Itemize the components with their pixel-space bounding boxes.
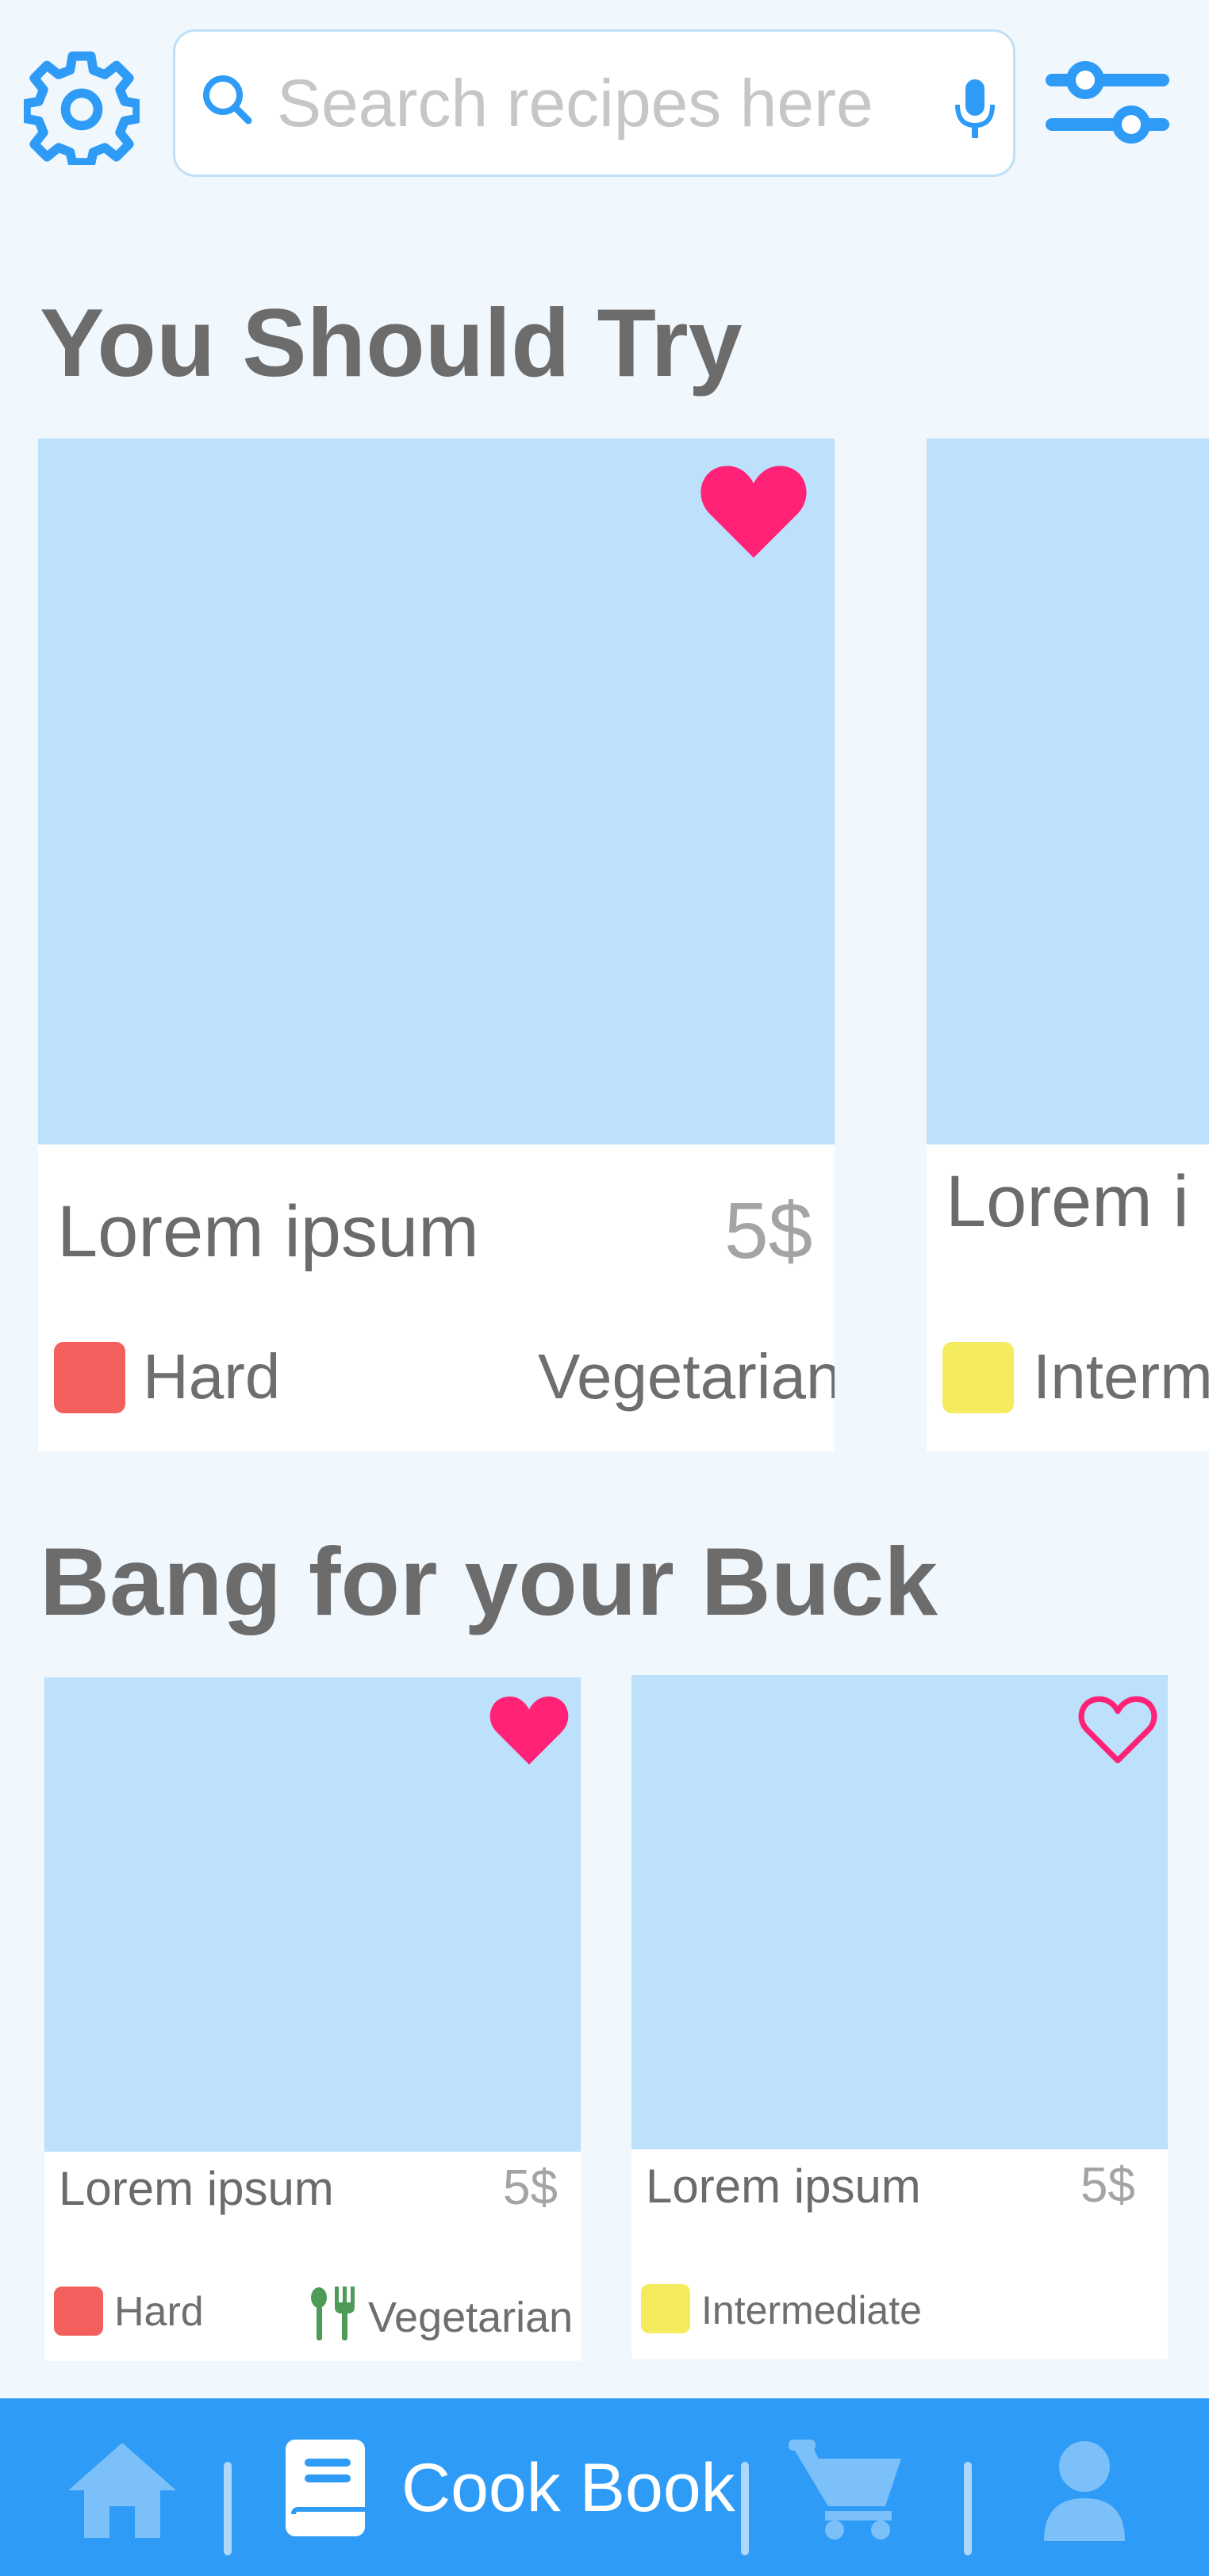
difficulty-label: Hard	[143, 1341, 281, 1412]
difficulty-label: Intermediate	[701, 2288, 922, 2333]
profile-icon[interactable]	[1041, 2440, 1128, 2543]
home-icon[interactable]	[65, 2438, 179, 2541]
difficulty-hard-swatch	[54, 2287, 103, 2336]
difficulty-intermediate-swatch	[942, 1342, 1014, 1413]
heart-icon[interactable]	[698, 462, 809, 560]
nav-separator	[224, 2462, 232, 2555]
difficulty-intermediate-swatch	[641, 2284, 690, 2333]
fork-knife-icon	[311, 2287, 355, 2340]
diet-label: Vegetarian	[538, 1341, 835, 1412]
recipe-title: Lorem ipsum	[57, 1191, 479, 1272]
nav-separator	[741, 2462, 749, 2555]
search-icon	[203, 75, 252, 125]
heart-icon[interactable]	[489, 1693, 570, 1766]
diet-label: Vegetarian	[368, 2294, 574, 2341]
recipe-image	[927, 439, 1209, 1144]
cart-icon[interactable]	[787, 2438, 904, 2541]
recipe-card[interactable]: Lorem ipsum 5$ Intermediate	[631, 1675, 1168, 2359]
recipe-price: 5$	[503, 2160, 558, 2215]
recipe-title: Lorem ipsum	[59, 2162, 334, 2215]
difficulty-label: Hard	[114, 2289, 204, 2335]
nav-item-cookbook[interactable]: Cook Book	[262, 2438, 735, 2549]
nav-separator	[964, 2462, 972, 2555]
search-input[interactable]: Search recipes here	[277, 65, 873, 142]
difficulty-hard-swatch	[54, 1342, 125, 1413]
recipe-title: Lorem i	[946, 1161, 1189, 1242]
recipe-card[interactable]: Lorem ipsum 5$ Hard Vegetarian	[44, 1677, 581, 2361]
cookbook-icon	[286, 2440, 365, 2536]
recipe-price: 5$	[1080, 2158, 1135, 2213]
settings-gear-icon[interactable]	[21, 49, 142, 167]
nav-label: Cook Book	[401, 2450, 735, 2526]
recipe-card[interactable]: Lorem ipsum 5$ Hard Vegetarian	[38, 439, 835, 1451]
search-bar[interactable]: Search recipes here	[173, 29, 1015, 177]
difficulty-label: Interm	[1033, 1341, 1209, 1412]
filter-sliders-icon[interactable]	[1046, 60, 1169, 144]
section-title-bang-for-your-buck: Bang for your Buck	[40, 1528, 938, 1635]
bottom-navigation: Cook Book	[0, 2398, 1209, 2576]
heart-outline-icon[interactable]	[1077, 1692, 1158, 1765]
recipe-card[interactable]: Lorem i Interm	[927, 439, 1209, 1451]
recipe-price: 5$	[724, 1186, 813, 1275]
microphone-icon[interactable]	[953, 78, 997, 141]
recipe-title: Lorem ipsum	[646, 2160, 921, 2213]
section-title-you-should-try: You Should Try	[40, 289, 743, 397]
